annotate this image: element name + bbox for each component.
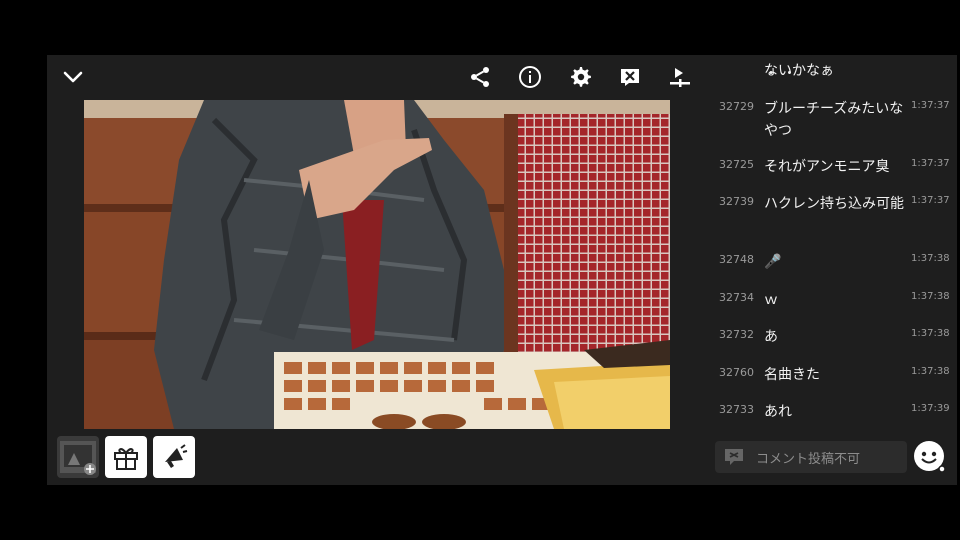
comment-number: 32748 (719, 253, 754, 266)
comment-row[interactable]: 32733 あれ 1:37:39 (715, 401, 957, 425)
video-scene (84, 100, 670, 429)
player-toolbar (47, 55, 715, 99)
comment-text: それがアンモニア臭 (764, 159, 890, 175)
comment-row[interactable]: 32732 あ 1:37:38 (715, 326, 957, 350)
comment-row[interactable]: 32725 それがアンモニア臭 1:37:37 (715, 156, 957, 180)
gift-button[interactable] (105, 436, 147, 478)
comment-text: あれ (764, 404, 792, 420)
megaphone-icon (165, 444, 188, 468)
comment-disabled-icon (725, 449, 743, 465)
emoji-face-button[interactable] (913, 440, 947, 474)
comment-time: 1:37:37 (911, 158, 950, 169)
comment-number: 32760 (719, 366, 754, 379)
comment-time: 1:37:39 (911, 403, 950, 414)
add-scene-icon (60, 441, 96, 475)
player-bottom-bar (47, 435, 715, 485)
comment-number: 32732 (719, 328, 754, 341)
comment-text: ｗ (764, 292, 778, 308)
comment-time: 1:37:38 (911, 328, 950, 339)
comment-row[interactable]: 32760 名曲きた 1:37:38 (715, 364, 957, 388)
chevron-down-icon[interactable] (59, 63, 87, 91)
comment-time: 1:37:37 (911, 100, 950, 111)
comment-text: ハクレン持ち込み可能 (764, 196, 904, 212)
microphone-icon: 🎤 (764, 254, 782, 270)
gear-icon[interactable] (566, 63, 594, 91)
playback-speed-icon[interactable] (666, 63, 694, 91)
close-box-icon[interactable] (616, 63, 644, 91)
announce-button[interactable] (153, 436, 195, 478)
comment-time: 1:37:38 (911, 366, 950, 377)
comment-number: 32733 (719, 403, 754, 416)
add-scene-button[interactable] (57, 436, 99, 478)
comment-number: 32729 (719, 100, 754, 113)
comment-time: 1:37:38 (911, 291, 950, 302)
comment-input[interactable]: コメント投稿不可 (715, 441, 907, 473)
comment-row[interactable]: 32729 ブルーチーズみたいなやつ 1:37:37 (715, 98, 957, 142)
comment-number: 32725 (719, 158, 754, 171)
comment-placeholder: コメント投稿不可 (756, 452, 861, 467)
comment-text: ないかなぁ (764, 63, 834, 79)
comment-text: あ (764, 329, 778, 345)
comment-row[interactable]: 32739 ハクレン持ち込み可能 1:37:37 (715, 193, 957, 237)
face-icon (914, 441, 946, 473)
player-area (47, 55, 715, 485)
video-frame[interactable] (84, 100, 670, 429)
comment-text: 名曲きた (764, 367, 820, 383)
player-window: ・ ・ ・ ・ ・ ・ ・ ・ ・ ないかなぁ 32729 ブルーチーズみたいな… (47, 55, 957, 485)
comment-number: 32739 (719, 195, 754, 208)
gift-icon (114, 448, 138, 470)
comment-row[interactable]: 32748 🎤 1:37:38 (715, 251, 957, 275)
comment-time: 1:37:38 (911, 253, 950, 264)
share-icon[interactable] (466, 63, 494, 91)
info-icon[interactable] (516, 63, 544, 91)
comment-row[interactable]: 32734 ｗ 1:37:38 (715, 289, 957, 313)
comment-text: ブルーチーズみたいなやつ (764, 101, 904, 139)
comment-time: 1:37:37 (911, 195, 950, 206)
comment-panel: ・ ・ ・ ・ ・ ・ ・ ・ ・ ないかなぁ 32729 ブルーチーズみたいな… (715, 55, 957, 485)
comment-number: 32734 (719, 291, 754, 304)
